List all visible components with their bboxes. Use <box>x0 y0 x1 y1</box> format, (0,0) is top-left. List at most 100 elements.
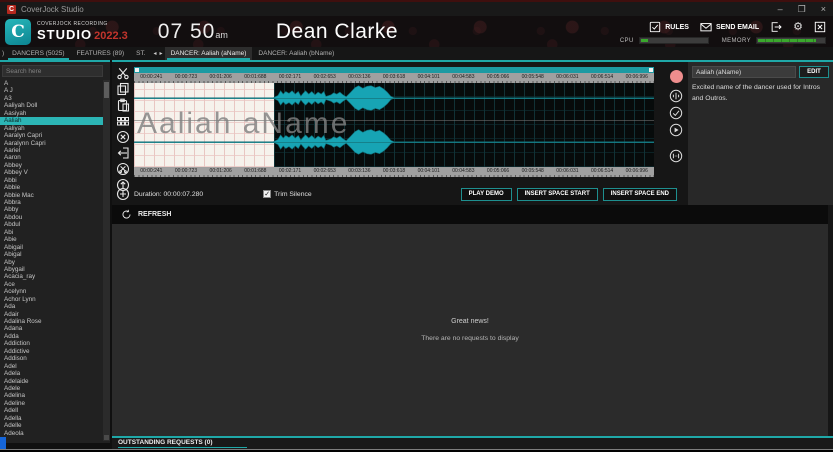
checkbox-icon <box>650 21 661 33</box>
tab-dancer-bname[interactable]: DANCER: Aaliah (bName) <box>252 47 340 60</box>
timeline-ruler-top: 00:00:241 00:00:723 00:01:206 00:01:688 00:0… <box>134 73 654 83</box>
dancer-list-item[interactable]: Acelynn <box>0 288 103 295</box>
approve-icon[interactable] <box>669 106 683 120</box>
dancer-list-item[interactable]: Abbey V <box>0 169 103 176</box>
dancer-list-item[interactable]: Aby <box>0 259 103 266</box>
trim-silence-control[interactable]: ✓ Trim Silence <box>263 190 312 198</box>
sidebar-scrollbar[interactable] <box>103 80 110 441</box>
dancer-list-item[interactable]: Abbie <box>0 184 103 191</box>
dancer-list-item[interactable]: Aaron <box>0 154 103 161</box>
dancer-list-item[interactable]: Abi <box>0 229 103 236</box>
dancer-list-item[interactable]: Abie <box>0 236 103 243</box>
restore-button[interactable]: ❐ <box>798 4 806 14</box>
spacing-icon[interactable] <box>669 149 683 163</box>
dancer-list-item[interactable]: Adel <box>0 363 103 370</box>
dancer-name-field[interactable] <box>692 66 796 78</box>
dancer-list-item[interactable]: Adelle <box>0 422 103 429</box>
dancer-list-item[interactable]: Addison <box>0 355 103 362</box>
timeline-label: 00:05:548 <box>521 168 544 174</box>
channel1-centerline <box>134 98 654 99</box>
settings-gear-icon[interactable]: ⚙ <box>793 21 803 33</box>
dancer-list-item[interactable]: Ada <box>0 303 103 310</box>
tab-dancer-aname[interactable]: DANCER: Aaliah (aName) <box>164 47 253 60</box>
paste-icon[interactable] <box>116 98 130 112</box>
waveform-canvas[interactable]: Aaliah aName <box>134 83 654 167</box>
dancer-list-item[interactable]: Adalina Rose <box>0 318 103 325</box>
delete-icon[interactable] <box>116 130 130 144</box>
dancer-list-item[interactable]: Adele <box>0 385 103 392</box>
tab-dancers[interactable]: DANCERS (5025) <box>6 47 70 60</box>
dancer-list-item[interactable]: Adana <box>0 325 103 332</box>
outstanding-requests-bar[interactable]: OUTSTANDING REQUESTS (0) <box>112 436 833 449</box>
play-icon[interactable] <box>669 123 683 137</box>
copy-icon[interactable] <box>116 82 130 96</box>
import-icon[interactable] <box>116 146 130 160</box>
timeline-label: 00:00:723 <box>174 74 198 80</box>
dancer-list-item[interactable]: Aasiyah <box>0 110 103 117</box>
dancer-list-item[interactable]: Abigal <box>0 251 103 258</box>
dancer-list-item[interactable]: Abbra <box>0 199 103 206</box>
close-button[interactable]: × <box>821 4 826 14</box>
dancer-list-item[interactable]: Acacia_ray <box>0 273 103 280</box>
dancer-list-item[interactable]: Aaliyah <box>0 125 103 132</box>
dancer-list-item[interactable]: Abbi <box>0 177 103 184</box>
dancer-list-item[interactable]: Addictive <box>0 348 103 355</box>
dancer-list-item[interactable]: Aaralyn Capri <box>0 132 103 139</box>
trim-silence-checkbox[interactable]: ✓ <box>263 190 272 198</box>
logout-icon[interactable] <box>770 21 782 33</box>
dancer-list-item[interactable]: A J <box>0 87 103 94</box>
scrollbar-thumb[interactable] <box>104 82 109 98</box>
dancer-list-item[interactable]: Aariel <box>0 147 103 154</box>
blocks-icon[interactable] <box>116 114 130 128</box>
dancer-list-item[interactable]: Adella <box>0 415 103 422</box>
dancer-list-item[interactable]: Adell <box>0 407 103 414</box>
dancer-list-item[interactable]: Abby <box>0 206 103 213</box>
tab-scroll-right-icon[interactable]: ▸ <box>160 50 163 57</box>
cut-icon[interactable] <box>116 66 130 80</box>
timeline-label: 00:01:206 <box>209 74 232 80</box>
trim-scissors-icon[interactable] <box>116 162 130 176</box>
search-input[interactable] <box>2 65 103 77</box>
tab-st-truncated[interactable]: ST. <box>130 47 151 60</box>
dancer-list-item[interactable]: Adair <box>0 311 103 318</box>
minimize-button[interactable]: – <box>778 4 783 14</box>
dancer-list-item[interactable]: Aaliah <box>0 117 103 125</box>
send-email-button[interactable]: SEND EMAIL <box>700 21 759 33</box>
tab-scroll-left-icon[interactable]: ◂ <box>154 50 157 57</box>
insert-space-end-button[interactable]: INSERT SPACE END <box>602 187 677 201</box>
dancer-list-item[interactable]: Abbey <box>0 162 103 169</box>
dancer-list-item[interactable]: Adelina <box>0 392 103 399</box>
scrollbar-down-button[interactable] <box>104 435 109 440</box>
record-icon[interactable] <box>669 70 683 83</box>
insert-space-start-button[interactable]: INSERT SPACE START <box>516 187 598 201</box>
dancer-list-item[interactable]: Adeline <box>0 400 103 407</box>
close-app-icon[interactable] <box>814 21 826 33</box>
dancer-list-item[interactable]: Adelaide <box>0 378 103 385</box>
dancer-list-item[interactable]: Achor Lynn <box>0 296 103 303</box>
dancer-list-item[interactable]: Aaralynn Capri <box>0 140 103 147</box>
dancer-list-item[interactable]: Adda <box>0 333 103 340</box>
dancer-list-item[interactable]: Adeola <box>0 430 103 437</box>
add-icon[interactable] <box>116 187 130 201</box>
edit-button[interactable]: EDIT <box>799 66 829 78</box>
dancer-list-item[interactable]: Abbie Mac <box>0 192 103 199</box>
send-email-label: SEND EMAIL <box>715 23 760 31</box>
tab-features[interactable]: FEATURES (89) <box>71 47 131 60</box>
dancer-list-item[interactable]: Aaliyah Doll <box>0 102 103 109</box>
dancer-list-item[interactable]: Abygail <box>0 266 103 273</box>
normalize-icon[interactable] <box>669 89 683 103</box>
selection-handle-left[interactable] <box>135 68 139 72</box>
dancer-list-item[interactable]: Abdou <box>0 214 103 221</box>
dancer-list-item[interactable]: Abdul <box>0 221 103 228</box>
timeline-label: 00:03:618 <box>382 74 406 80</box>
selection-handle-right[interactable] <box>649 68 653 72</box>
dancer-list-item[interactable]: Abigail <box>0 244 103 251</box>
dancer-list-item[interactable]: Adela <box>0 370 103 377</box>
dancer-list-item[interactable]: Addiction <box>0 340 103 347</box>
dancer-list-item[interactable]: Ace <box>0 281 103 288</box>
dancer-list-item[interactable]: A <box>0 80 103 87</box>
refresh-bar[interactable]: REFRESH <box>112 205 828 224</box>
dancer-list-item[interactable]: A3 <box>0 95 103 102</box>
play-demo-button[interactable]: PLAY DEMO <box>460 187 512 201</box>
rules-button[interactable]: RULES <box>649 21 689 33</box>
